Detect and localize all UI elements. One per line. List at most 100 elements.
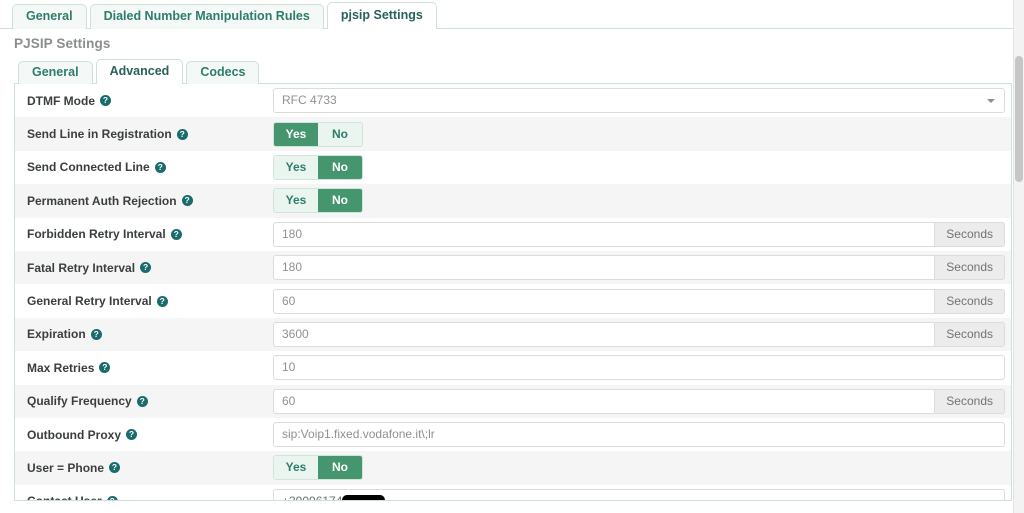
pjsip-settings-panel: PJSIP Settings General Advanced Codecs DTM… [0,29,1024,513]
help-icon[interactable]: ? [154,161,166,173]
field-label-text: Qualify Frequency [27,394,132,409]
form-row-send-line-in-registration: Send Line in Registration? Yes No [15,117,1011,151]
input-fatal-retry-interval[interactable]: 180 [273,255,935,281]
help-icon[interactable]: ? [90,328,102,340]
input-group-general-retry-interval: 60 Seconds [273,288,1005,314]
input-value: 10 [282,360,296,375]
field-label-fatal-retry-interval: Fatal Retry Interval? [21,261,273,275]
form-row-dtmf-mode: DTMF Mode? RFC 4733 [15,84,1011,118]
input-outbound-proxy[interactable]: sip:Voip1.fixed.vodafone.it\;lr [273,422,1005,448]
inner-tab-bar: General Advanced Codecs [0,57,1024,84]
help-icon[interactable]: ? [100,95,111,107]
redaction-bar [342,495,386,500]
help-icon[interactable]: ? [136,395,148,407]
field-label-dtmf-mode: DTMF Mode? [21,94,273,108]
field-control-fatal-retry-interval: 180 Seconds [273,255,1005,281]
form-row-fatal-retry-interval: Fatal Retry Interval? 180 Seconds [15,250,1011,285]
help-icon[interactable]: ? [181,195,193,207]
toggle-send-line-in-registration[interactable]: Yes No [273,121,363,147]
field-label-outbound-proxy: Outbound Proxy? [21,428,273,442]
toggle-option-yes[interactable]: Yes [274,456,318,480]
input-group-expiration: 3600 Seconds [273,321,1005,347]
field-label-permanent-auth-rejection: Permanent Auth Rejection? [21,194,273,208]
help-icon[interactable]: ? [176,128,188,140]
input-addon-seconds: Seconds [934,288,1005,314]
input-group-fatal-retry-interval: 180 Seconds [273,255,1005,281]
input-addon-seconds: Seconds [934,255,1005,281]
help-icon[interactable]: ? [170,228,182,240]
form-row-send-connected-line: Send Connected Line? Yes No [15,150,1011,185]
input-max-retries[interactable]: 10 [273,355,1005,381]
field-control-send-connected-line: Yes No [273,154,1005,180]
select-dtmf-mode[interactable]: RFC 4733 [273,88,1005,114]
field-control-forbidden-retry-interval: 180 Seconds [273,221,1005,247]
page-scrollbar[interactable] [1013,0,1024,513]
scrollbar-thumb[interactable] [1015,56,1023,182]
input-qualify-frequency[interactable]: 60 [273,388,935,414]
field-label-text: Max Retries [27,360,95,375]
toggle-option-no[interactable]: No [318,189,362,213]
field-label-expiration: Expiration? [21,327,273,341]
field-label-text: Forbidden Retry Interval [27,227,166,242]
field-label-text: Send Line in Registration [27,127,172,142]
input-general-retry-interval[interactable]: 60 [273,288,935,314]
outer-tab-general[interactable]: General [12,4,87,29]
toggle-user-equals-phone[interactable]: Yes No [273,455,363,481]
field-label-text: Send Connected Line [27,160,150,175]
form-row-contact-user: Contact User? +39096174 [15,484,1011,501]
form-row-expiration: Expiration? 3600 Seconds [15,317,1011,352]
inner-tab-advanced[interactable]: Advanced [95,59,184,84]
form-row-user-equals-phone: User = Phone? Yes No [15,451,1011,485]
toggle-option-yes[interactable]: Yes [274,189,318,213]
input-group-outbound-proxy: sip:Voip1.fixed.vodafone.it\;lr [273,422,1005,448]
field-label-text: DTMF Mode [27,93,95,108]
page-title: PJSIP Settings [14,36,111,51]
form-row-qualify-frequency: Qualify Frequency? 60 Seconds [15,384,1011,418]
toggle-option-yes[interactable]: Yes [274,155,318,179]
field-label-text: General Retry Interval [27,294,152,309]
chevron-down-icon [987,98,995,103]
form-row-outbound-proxy: Outbound Proxy? sip:Voip1.fixed.vodafone.… [15,417,1011,452]
field-control-max-retries: 10 [273,355,1005,381]
toggle-option-yes[interactable]: Yes [274,122,318,146]
toggle-permanent-auth-rejection[interactable]: Yes No [273,188,363,214]
toggle-send-connected-line[interactable]: Yes No [273,154,363,180]
inner-tab-general[interactable]: General [18,61,93,84]
help-icon[interactable]: ? [99,362,111,374]
field-label-qualify-frequency: Qualify Frequency? [21,394,273,408]
help-icon[interactable]: ? [140,262,152,274]
help-icon[interactable]: ? [156,295,168,307]
field-label-contact-user: Contact User? [21,494,273,500]
input-value: +39096174 [282,493,343,501]
input-addon-seconds: Seconds [934,221,1005,247]
input-group-max-retries: 10 [273,355,1005,381]
outer-tab-dialed-number-manipulation-rules[interactable]: Dialed Number Manipulation Rules [89,4,324,29]
outer-tab-pjsip-settings[interactable]: pjsip Settings [326,2,437,29]
form-row-permanent-auth-rejection: Permanent Auth Rejection? Yes No [15,184,1011,218]
help-icon[interactable]: ? [109,462,121,474]
input-contact-user[interactable]: +39096174 [273,488,1005,501]
form-row-max-retries: Max Retries? 10 [15,351,1011,385]
toggle-option-no[interactable]: No [318,155,362,179]
input-group-qualify-frequency: 60 Seconds [273,388,1005,414]
toggle-option-no[interactable]: No [318,122,362,146]
field-label-send-line-in-registration: Send Line in Registration? [21,127,273,141]
form-row-general-retry-interval: General Retry Interval? 60 Seconds [15,284,1011,318]
field-control-outbound-proxy: sip:Voip1.fixed.vodafone.it\;lr [273,422,1005,448]
field-label-text: Fatal Retry Interval [27,260,136,275]
input-forbidden-retry-interval[interactable]: 180 [273,221,935,247]
help-icon[interactable]: ? [126,429,137,441]
field-control-permanent-auth-rejection: Yes No [273,188,1005,214]
help-icon[interactable]: ? [106,495,118,500]
field-label-text: User = Phone [27,460,105,475]
field-label-text: Outbound Proxy [27,427,121,442]
input-value: 60 [282,293,296,308]
field-label-text: Expiration [27,327,86,342]
toggle-option-no[interactable]: No [318,456,362,480]
inner-tab-codecs[interactable]: Codecs [186,61,260,84]
input-value: 3600 [282,326,309,341]
input-expiration[interactable]: 3600 [273,321,935,347]
field-control-user-equals-phone: Yes No [273,455,1005,481]
field-control-contact-user: +39096174 [273,488,1005,501]
field-control-qualify-frequency: 60 Seconds [273,388,1005,414]
